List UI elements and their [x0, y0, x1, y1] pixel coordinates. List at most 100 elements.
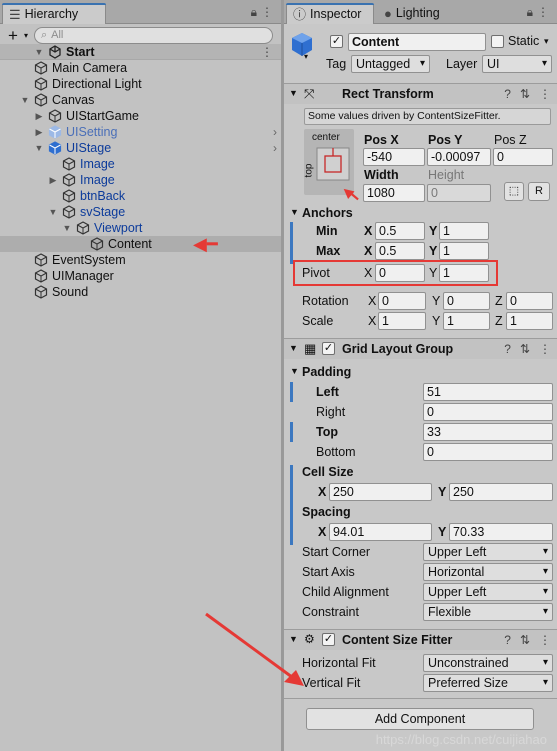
padding-bottom-field[interactable]: 0: [423, 443, 553, 461]
rotation-y-field[interactable]: 0: [443, 292, 490, 310]
anchor-min-x-field[interactable]: 0.5: [375, 222, 425, 240]
add-component-button[interactable]: Add Component: [306, 708, 534, 730]
padding-right-field[interactable]: 0: [423, 403, 553, 421]
content-size-fitter-header[interactable]: ▼ ⚙ ✓ Content Size Fitter ? ⇅ ⋮: [284, 629, 557, 650]
create-plus-icon[interactable]: +: [8, 27, 18, 44]
pivot-x-field[interactable]: 0: [375, 264, 425, 282]
hierarchy-item[interactable]: ▼ svStage: [0, 204, 281, 220]
constraint-dropdown[interactable]: Flexible: [423, 603, 553, 621]
rotation-x-field[interactable]: 0: [378, 292, 426, 310]
inspector-lock-icon[interactable]: 🔒︎: [527, 5, 533, 20]
start-corner-dropdown[interactable]: Upper Left: [423, 543, 553, 561]
hierarchy-item[interactable]: ▼ UIStage ›: [0, 140, 281, 156]
gameobject-icon: [48, 141, 62, 155]
width-label: Width: [364, 168, 399, 182]
collapse-arrow-icon[interactable]: ▼: [34, 140, 44, 156]
hierarchy-item[interactable]: ▼ Viewport: [0, 220, 281, 236]
hierarchy-item[interactable]: Content: [0, 236, 281, 252]
spacing-y-field[interactable]: 70.33: [449, 523, 553, 541]
hierarchy-item[interactable]: Directional Light: [0, 76, 281, 92]
hierarchy-item[interactable]: ▶ UIStartGame: [0, 108, 281, 124]
scale-x-field[interactable]: 1: [378, 312, 426, 330]
hierarchy-item[interactable]: ▶ Image: [0, 172, 281, 188]
static-dropdown-caret-icon[interactable]: ▾: [544, 36, 549, 47]
hierarchy-item[interactable]: Sound: [0, 284, 281, 300]
horizontal-fit-dropdown[interactable]: Unconstrained: [423, 654, 553, 672]
hierarchy-search-input[interactable]: ⌕ All: [33, 26, 273, 44]
icon-dropdown-caret-icon[interactable]: ▾: [304, 52, 308, 61]
static-checkbox[interactable]: [491, 35, 504, 48]
prefab-open-chevron-icon[interactable]: ›: [273, 140, 277, 156]
lock-icon[interactable]: 🔒︎: [251, 5, 257, 20]
collapse-arrow-icon[interactable]: ▼: [20, 92, 30, 108]
panel-menu-icon[interactable]: ⋮: [261, 5, 273, 19]
help-icon[interactable]: ?: [504, 87, 511, 101]
blueprint-mode-button[interactable]: ⬚: [504, 182, 524, 201]
hierarchy-item[interactable]: ▶ UISetting ›: [0, 124, 281, 140]
inspector-menu-icon[interactable]: ⋮: [537, 5, 549, 19]
hierarchy-item[interactable]: Image: [0, 156, 281, 172]
scene-menu-icon[interactable]: ⋮: [261, 44, 273, 60]
posz-field[interactable]: 0: [493, 148, 553, 166]
pivot-y-field[interactable]: 1: [439, 264, 489, 282]
anchor-max-y-field[interactable]: 1: [439, 242, 489, 260]
anchors-fold-icon[interactable]: ▼: [290, 207, 299, 217]
tag-dropdown[interactable]: Untagged: [351, 55, 430, 73]
scene-row[interactable]: ▼ Start ⋮: [0, 44, 281, 60]
scale-z-field[interactable]: 1: [506, 312, 553, 330]
grid-fold-arrow-icon[interactable]: ▼: [289, 343, 298, 353]
fitter-enabled-checkbox[interactable]: ✓: [322, 633, 335, 646]
start-axis-dropdown[interactable]: Horizontal: [423, 563, 553, 581]
grid-layout-header[interactable]: ▼ ▦ ✓ Grid Layout Group ? ⇅ ⋮: [284, 338, 557, 359]
hierarchy-item[interactable]: btnBack: [0, 188, 281, 204]
grid-help-icon[interactable]: ?: [504, 342, 511, 356]
hierarchy-item[interactable]: Main Camera: [0, 60, 281, 76]
width-field[interactable]: 1080: [363, 184, 425, 202]
rect-transform-header[interactable]: ▼ ⤧ Rect Transform ? ⇅ ⋮: [284, 83, 557, 104]
grid-menu-icon[interactable]: ⋮: [539, 342, 551, 356]
vertical-fit-dropdown[interactable]: Preferred Size: [423, 674, 553, 692]
anchor-max-x-field[interactable]: 0.5: [375, 242, 425, 260]
component-menu-icon[interactable]: ⋮: [539, 87, 551, 101]
create-dropdown-caret-icon[interactable]: ▾: [24, 31, 28, 40]
expand-arrow-icon[interactable]: ▶: [48, 172, 58, 188]
scale-y-field[interactable]: 1: [443, 312, 490, 330]
expand-arrow-icon[interactable]: ▼: [34, 44, 44, 60]
fold-arrow-icon[interactable]: ▼: [289, 88, 298, 98]
expand-arrow-icon[interactable]: ▶: [34, 108, 44, 124]
collapse-arrow-icon[interactable]: ▼: [62, 220, 72, 236]
grid-enabled-checkbox[interactable]: ✓: [322, 342, 335, 355]
preset-icon[interactable]: ⇅: [520, 87, 530, 101]
collapse-arrow-icon[interactable]: ▼: [48, 204, 58, 220]
hierarchy-item[interactable]: UIManager: [0, 268, 281, 284]
prefab-open-chevron-icon[interactable]: ›: [273, 124, 277, 140]
posx-field[interactable]: -540: [363, 148, 425, 166]
padding-left-field[interactable]: 51: [423, 383, 553, 401]
scale-x-label: X: [368, 314, 377, 328]
cell-size-x-field[interactable]: 250: [329, 483, 432, 501]
active-checkbox[interactable]: ✓: [330, 35, 343, 48]
object-name-field[interactable]: Content: [348, 33, 486, 51]
fitter-help-icon[interactable]: ?: [504, 633, 511, 647]
hierarchy-item[interactable]: ▼ Canvas: [0, 92, 281, 108]
rotation-z-field[interactable]: 0: [506, 292, 553, 310]
tab-hierarchy[interactable]: ☰ Hierarchy: [2, 3, 106, 24]
fitter-preset-icon[interactable]: ⇅: [520, 633, 530, 647]
padding-fold-icon[interactable]: ▼: [290, 366, 299, 376]
layer-dropdown[interactable]: UI: [482, 55, 552, 73]
grid-preset-icon[interactable]: ⇅: [520, 342, 530, 356]
child-alignment-dropdown[interactable]: Upper Left: [423, 583, 553, 601]
raw-edit-button[interactable]: R: [528, 182, 550, 201]
hierarchy-item[interactable]: EventSystem: [0, 252, 281, 268]
padding-top-field[interactable]: 33: [423, 423, 553, 441]
tab-inspector[interactable]: ⓘ Inspector: [286, 3, 374, 24]
expand-arrow-icon[interactable]: ▶: [34, 124, 44, 140]
vertical-fit-label: Vertical Fit: [302, 676, 361, 690]
tab-lighting[interactable]: ● Lighting: [378, 3, 458, 24]
posy-field[interactable]: -0.00097: [427, 148, 491, 166]
anchor-min-y-field[interactable]: 1: [439, 222, 489, 240]
hierarchy-item-label: Main Camera: [52, 61, 128, 75]
fitter-menu-icon[interactable]: ⋮: [539, 633, 551, 647]
spacing-x-field[interactable]: 94.01: [329, 523, 432, 541]
cell-size-y-field[interactable]: 250: [449, 483, 553, 501]
